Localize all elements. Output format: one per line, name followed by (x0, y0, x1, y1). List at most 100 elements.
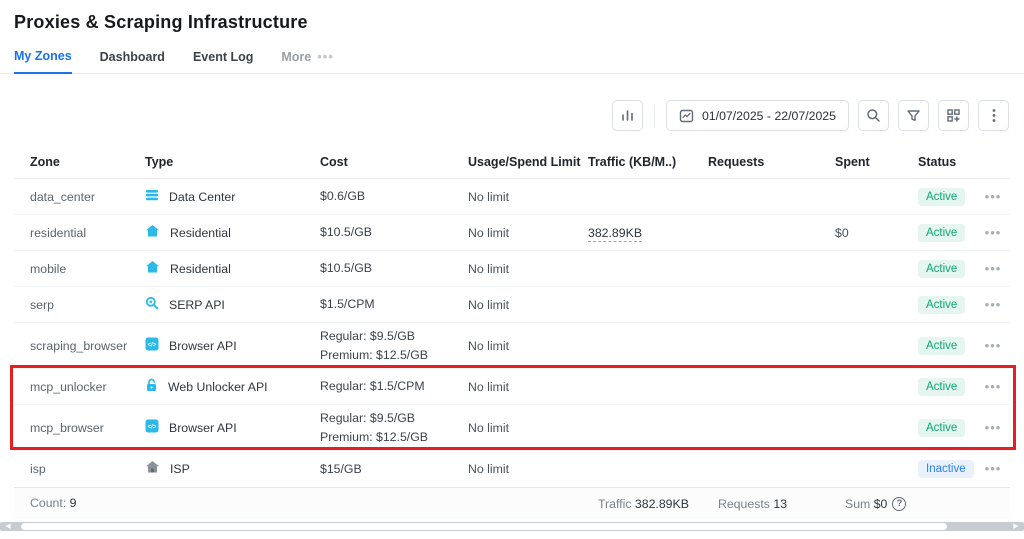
row-actions-ellipsis[interactable]: ••• (976, 287, 1010, 323)
zone-cost: $10.5/GB (316, 251, 464, 287)
zone-traffic: 382.89KB (584, 215, 704, 251)
zone-row-serp[interactable]: serpSERP API$1.5/CPMNo limitActive••• (14, 287, 1010, 323)
date-range-picker[interactable]: 01/07/2025 - 22/07/2025 (666, 100, 849, 131)
status-badge: Active (918, 260, 965, 278)
col-header-limit: Usage/Spend Limit (464, 148, 584, 179)
zone-requests (704, 405, 831, 451)
zone-cost: Regular: $9.5/GBPremium: $12.5/GB (316, 405, 464, 451)
zone-spent (831, 251, 914, 287)
zone-name: serp (14, 287, 141, 323)
statistics-chart-button[interactable] (612, 100, 643, 131)
row-actions-ellipsis[interactable]: ••• (976, 251, 1010, 287)
status-badge: Active (918, 419, 965, 437)
filter-funnel-icon (906, 108, 921, 123)
zone-limit: No limit (464, 287, 584, 323)
zones-table: Zone Type Cost Usage/Spend Limit Traffic… (14, 148, 1010, 487)
toolbar: 01/07/2025 - 22/07/2025 (14, 100, 1009, 131)
zone-cost: $10.5/GB (316, 215, 464, 251)
zone-type-label: SERP API (169, 298, 225, 312)
col-header-cost: Cost (316, 148, 464, 179)
col-header-zone: Zone (14, 148, 141, 179)
zone-spent (831, 451, 914, 487)
more-ellipsis-icon: ••• (317, 50, 334, 63)
row-actions-ellipsis[interactable]: ••• (976, 215, 1010, 251)
zone-requests (704, 451, 831, 487)
row-actions-ellipsis[interactable]: ••• (976, 451, 1010, 487)
zone-cost: $0.6/GB (316, 179, 464, 215)
zone-name: data_center (14, 179, 141, 215)
tab-event-log[interactable]: Event Log (193, 49, 253, 73)
zone-requests (704, 215, 831, 251)
zone-row-residential[interactable]: residentialResidential$10.5/GBNo limit38… (14, 215, 1010, 251)
zone-traffic (584, 323, 704, 369)
row-actions-ellipsis[interactable]: ••• (976, 179, 1010, 215)
row-actions-ellipsis[interactable]: ••• (976, 405, 1010, 451)
kebab-icon (992, 108, 996, 123)
zone-requests (704, 251, 831, 287)
zone-requests (704, 323, 831, 369)
status-badge: Active (918, 188, 965, 206)
col-header-type: Type (141, 148, 316, 179)
horizontal-scrollbar[interactable]: ◀ ▶ (0, 522, 1024, 531)
zone-type-label: Browser API (169, 421, 237, 435)
status-badge: Active (918, 296, 965, 314)
search-button[interactable] (858, 100, 889, 131)
status-badge: Active (918, 224, 965, 242)
more-options-button[interactable] (978, 100, 1009, 131)
filter-button[interactable] (898, 100, 929, 131)
requests-label: Requests (718, 497, 770, 511)
zone-traffic (584, 287, 704, 323)
scrollbar-thumb[interactable] (21, 523, 947, 530)
zone-name: mcp_unlocker (14, 369, 141, 405)
tab-dashboard[interactable]: Dashboard (100, 49, 165, 73)
home-icon (145, 224, 160, 241)
zone-type-label: Browser API (169, 339, 237, 353)
customize-columns-button[interactable] (938, 100, 969, 131)
zone-limit: No limit (464, 179, 584, 215)
tab-more-label: More (281, 50, 311, 64)
zone-limit: No limit (464, 451, 584, 487)
zone-row-isp[interactable]: ispISP$15/GBNo limitInactive••• (14, 451, 1010, 487)
zone-row-mcp_browser[interactable]: mcp_browser</>Browser APIRegular: $9.5/G… (14, 405, 1010, 451)
zone-type-label: Web Unlocker API (168, 380, 268, 394)
datacenter-icon (145, 188, 159, 205)
zone-row-data_center[interactable]: data_centerData Center$0.6/GBNo limitAct… (14, 179, 1010, 215)
zone-cost: Regular: $9.5/GBPremium: $12.5/GB (316, 323, 464, 369)
row-actions-ellipsis[interactable]: ••• (976, 323, 1010, 369)
zone-traffic (584, 451, 704, 487)
zone-name: isp (14, 451, 141, 487)
zone-requests (704, 369, 831, 405)
table-header-row: Zone Type Cost Usage/Spend Limit Traffic… (14, 148, 1010, 179)
traffic-value[interactable]: 382.89KB (588, 226, 642, 242)
zone-name: mcp_browser (14, 405, 141, 451)
date-range-value: 01/07/2025 - 22/07/2025 (702, 109, 836, 123)
zone-spent (831, 369, 914, 405)
zone-name: mobile (14, 251, 141, 287)
status-badge: Inactive (918, 460, 974, 478)
bar-chart-icon (620, 108, 635, 123)
tab-more[interactable]: More ••• (281, 49, 334, 73)
zone-type-label: ISP (170, 462, 190, 476)
zone-row-mcp_unlocker[interactable]: mcp_unlocker Web Unlocker API Regular: $1.… (14, 369, 1010, 405)
tab-my-zones[interactable]: My Zones (14, 49, 72, 74)
zone-traffic (584, 369, 704, 405)
zone-cost: Regular: $1.5/CPM (316, 369, 464, 405)
zone-name: scraping_browser (14, 323, 141, 369)
col-header-requests: Requests (704, 148, 831, 179)
zone-type-label: Residential (170, 262, 231, 276)
requests-value: 13 (773, 497, 787, 511)
zone-row-mobile[interactable]: mobileResidential$10.5/GBNo limitActive•… (14, 251, 1010, 287)
zone-traffic (584, 179, 704, 215)
zone-row-scraping_browser[interactable]: scraping_browser</>Browser APIRegular: $… (14, 323, 1010, 369)
traffic-total: Traffic 382.89KB (598, 497, 689, 511)
zone-name: residential (14, 215, 141, 251)
toolbar-divider (654, 105, 655, 127)
count-label: Count: (30, 496, 66, 510)
tab-bar: My Zones Dashboard Event Log More ••• (0, 49, 1024, 74)
scroll-right-arrow-icon[interactable]: ▶ (1010, 522, 1022, 531)
row-actions-ellipsis[interactable]: ••• (976, 369, 1010, 405)
question-circle-icon[interactable]: ? (892, 497, 906, 511)
zones-table-container: Zone Type Cost Usage/Spend Limit Traffic… (14, 148, 1010, 487)
scroll-left-arrow-icon[interactable]: ◀ (2, 522, 14, 531)
page-header: Proxies & Scraping Infrastructure (0, 0, 1024, 33)
